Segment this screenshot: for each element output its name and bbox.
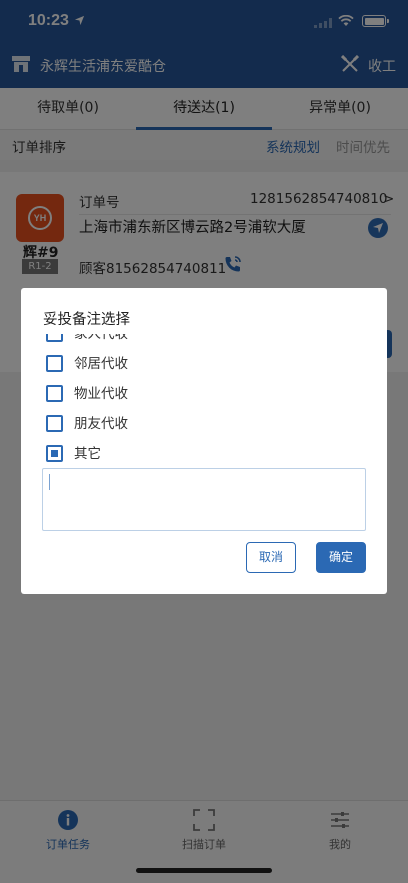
option-label: 家人代收: [74, 334, 128, 342]
confirm-button[interactable]: 确定: [316, 542, 366, 573]
option-label: 朋友代收: [74, 416, 128, 432]
delivery-remark-dialog: 妥投备注选择 家人代收 邻居代收 物业代收 朋友代收 其它 取消 确定: [21, 288, 387, 594]
option-label: 邻居代收: [74, 356, 128, 372]
remark-textarea[interactable]: [42, 468, 366, 531]
checkbox[interactable]: [46, 355, 63, 372]
cancel-button[interactable]: 取消: [246, 542, 296, 573]
checkbox-checked[interactable]: [46, 445, 63, 462]
checkbox[interactable]: [46, 415, 63, 432]
checkbox[interactable]: [46, 385, 63, 402]
option-label: 物业代收: [74, 386, 128, 402]
remark-option-list[interactable]: 家人代收 邻居代收 物业代收 朋友代收 其它: [21, 334, 387, 469]
checkbox[interactable]: [46, 334, 63, 342]
option-label: 其它: [74, 446, 101, 462]
dialog-title: 妥投备注选择: [43, 312, 130, 328]
text-cursor: [49, 474, 50, 490]
home-indicator: [136, 868, 272, 873]
